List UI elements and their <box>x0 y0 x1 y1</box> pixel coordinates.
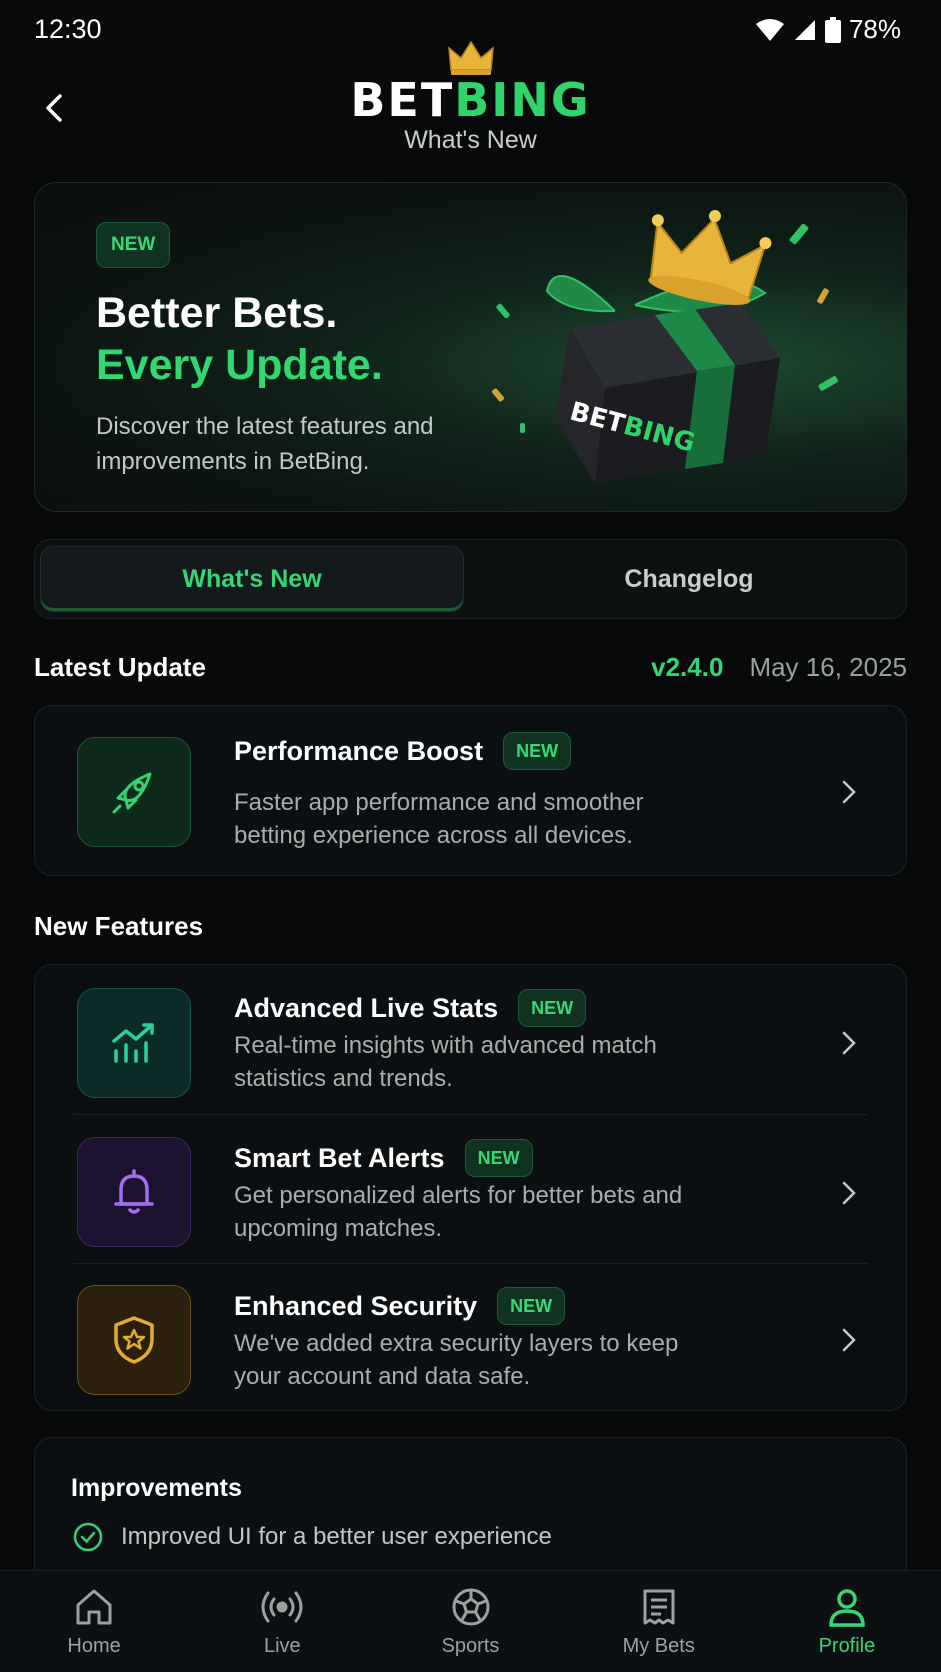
improvement-item: Improved UI for a better user experience <box>73 1522 552 1552</box>
home-icon <box>76 1589 112 1625</box>
crown-icon <box>447 40 494 75</box>
bet-slip-icon <box>643 1589 675 1625</box>
nav-sports[interactable]: Sports <box>376 1571 564 1672</box>
feature-title: Enhanced Security <box>234 1290 478 1321</box>
new-badge: NEW <box>497 1287 566 1325</box>
feature-title-row: Enhanced Security NEW <box>234 1287 566 1325</box>
hero-description: Discover the latest features and improve… <box>96 413 434 475</box>
item-description: Faster app performance and smoother bett… <box>234 789 644 849</box>
version-number: v2.4.0 <box>651 652 724 682</box>
version-info: v2.4.0 May 16, 2025 <box>651 652 907 683</box>
bottom-navigation: Home Live Sports My Bets Profile <box>0 1570 941 1672</box>
nav-sports-label: Sports <box>441 1635 500 1657</box>
chevron-right-icon <box>842 780 856 804</box>
tab-whats-new[interactable]: What's New <box>40 546 464 612</box>
performance-boost-card[interactable]: Performance Boost NEW Faster app perform… <box>34 705 907 876</box>
chart-trend-icon <box>112 1023 154 1063</box>
nav-home[interactable]: Home <box>0 1571 188 1672</box>
logo-part-bing: BING <box>454 73 591 127</box>
latest-update-heading: Latest Update <box>34 652 206 682</box>
new-badge: NEW <box>96 222 171 268</box>
battery-icon <box>824 16 841 43</box>
wifi-icon <box>755 18 784 41</box>
hero-headline-accent: Every Update. <box>96 341 383 389</box>
tab-changelog[interactable]: Changelog <box>477 546 901 612</box>
divider <box>73 1263 868 1264</box>
segmented-tabs: What's New Changelog <box>34 539 907 619</box>
new-features-heading: New Features <box>34 911 204 941</box>
chevron-right-icon <box>842 1181 856 1205</box>
app-header: BETBING What's New <box>0 40 941 160</box>
soccer-ball-icon <box>452 1588 489 1626</box>
feature-title: Advanced Live Stats <box>234 992 499 1023</box>
nav-home-label: Home <box>67 1635 121 1657</box>
new-badge: NEW <box>464 1139 533 1177</box>
feature-title-row: Advanced Live Stats NEW <box>234 989 587 1027</box>
hero-banner: NEW Better Bets. Every Update. Discover … <box>34 182 907 512</box>
check-circle-icon <box>73 1522 103 1552</box>
feature-description: Real-time insights with advanced match s… <box>234 1032 657 1092</box>
betbing-logo: BETBING What's New <box>0 40 941 155</box>
page-subtitle: What's New <box>404 126 537 154</box>
feature-description: We've added extra security layers to kee… <box>234 1330 679 1390</box>
nav-my-bets-label: My Bets <box>622 1635 695 1657</box>
shield-icon-box <box>77 1285 191 1395</box>
improvement-text: Improved UI for a better user experience <box>121 1523 552 1550</box>
user-icon <box>829 1589 865 1627</box>
cellular-signal-icon <box>794 19 815 40</box>
new-features-card: Advanced Live Stats NEW Real-time insigh… <box>34 964 907 1411</box>
nav-profile-label: Profile <box>818 1635 876 1657</box>
nav-live-label: Live <box>263 1635 301 1657</box>
chevron-right-icon <box>842 1328 856 1352</box>
release-date: May 16, 2025 <box>749 652 907 682</box>
bell-icon <box>114 1169 154 1214</box>
nav-my-bets[interactable]: My Bets <box>565 1571 753 1672</box>
hero-headline: Better Bets. <box>96 289 338 337</box>
nav-profile[interactable]: Profile <box>753 1571 941 1672</box>
new-badge: NEW <box>503 732 572 770</box>
feature-title: Smart Bet Alerts <box>234 1142 445 1173</box>
bell-icon-box <box>77 1137 191 1247</box>
shield-star-icon <box>114 1316 154 1364</box>
live-broadcast-icon <box>261 1591 303 1623</box>
rocket-icon-box <box>77 737 191 847</box>
feature-title-row: Smart Bet Alerts NEW <box>234 1139 533 1177</box>
gift-box-crown-illustration: BETBING <box>492 210 838 483</box>
nav-live[interactable]: Live <box>188 1571 376 1672</box>
chevron-right-icon <box>842 1031 856 1055</box>
logo-part-bet: BET <box>350 73 455 127</box>
logo-wordmark: BETBING <box>0 77 941 123</box>
divider <box>73 1114 868 1115</box>
chart-icon-box <box>77 988 191 1098</box>
new-badge: NEW <box>518 989 587 1027</box>
improvements-heading: Improvements <box>71 1474 242 1502</box>
rocket-icon <box>112 772 152 814</box>
item-title: Performance Boost <box>234 735 484 766</box>
item-title-row: Performance Boost NEW <box>234 732 572 770</box>
feature-description: Get personalized alerts for better bets … <box>234 1182 683 1242</box>
